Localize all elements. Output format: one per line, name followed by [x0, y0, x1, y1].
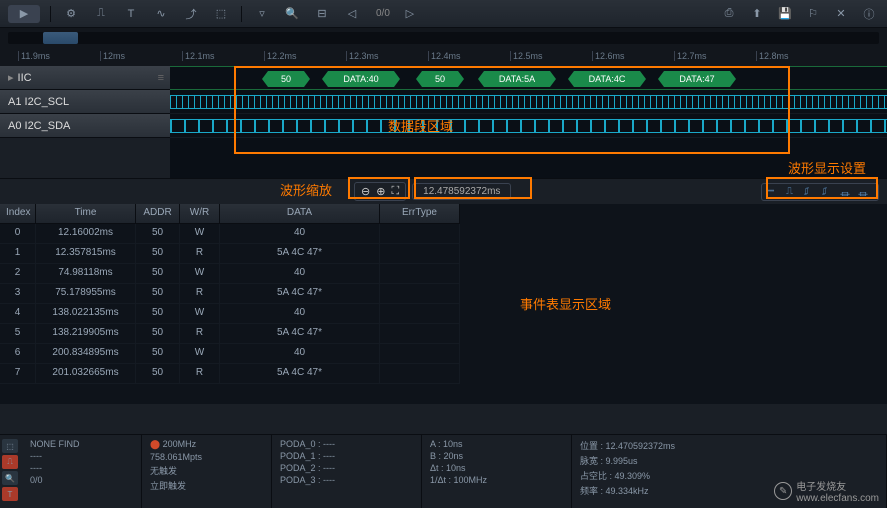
- cursor-icon[interactable]: ⤴: [181, 5, 201, 23]
- wave-icon[interactable]: ∿: [151, 5, 171, 23]
- table-row[interactable]: 375.178955ms50R5A 4C 47*: [0, 284, 460, 304]
- ruler-tick: 12.1ms: [182, 51, 215, 61]
- view-mode-4-icon[interactable]: ⎎: [822, 186, 836, 198]
- table-row[interactable]: 274.98118ms50W40: [0, 264, 460, 284]
- channel-label-panel: ▸IIC≡ A1 I2C_SCL A0 I2C_SDA: [0, 66, 170, 178]
- status-icon-column: ⬚ ⎍ 🔍 T: [0, 435, 22, 508]
- status-bar: ⬚ ⎍ 🔍 T NONE FIND ---- ---- 0/0 ⬤ 200MHz…: [0, 434, 887, 508]
- table-row[interactable]: 112.357815ms50R5A 4C 47*: [0, 244, 460, 264]
- play-button[interactable]: ▶: [8, 5, 40, 23]
- expand-icon[interactable]: ▸: [8, 71, 14, 84]
- ruler-tick: 12.5ms: [510, 51, 543, 61]
- nav-counter: 0/0: [376, 8, 390, 19]
- scl-waveform: [170, 95, 887, 109]
- view-mode-3-icon[interactable]: ⎎: [804, 186, 818, 198]
- status-icon[interactable]: 🔍: [2, 471, 18, 485]
- channel-sda[interactable]: A0 I2C_SDA: [0, 114, 170, 138]
- sda-waveform: [170, 119, 887, 133]
- table-row[interactable]: 012.16002ms50W40: [0, 224, 460, 244]
- ruler-tick: 12.2ms: [264, 51, 297, 61]
- status-icon[interactable]: ⎍: [2, 455, 18, 469]
- waveform-canvas[interactable]: 50 DATA:40 50 DATA:5A DATA:4C DATA:47: [170, 66, 887, 178]
- event-table: Index Time ADDR W/R DATA ErrType 012.160…: [0, 204, 460, 404]
- watermark-icon: ✎: [774, 482, 792, 500]
- decoded-frame: DATA:40: [322, 71, 400, 87]
- status-acquisition: ⬤ 200MHz 758.061Mpts 无触发 立即触发: [142, 435, 272, 508]
- status-icon[interactable]: T: [2, 487, 18, 501]
- select-icon[interactable]: ⬚: [211, 5, 231, 23]
- ruler-tick: 12.7ms: [674, 51, 707, 61]
- watermark: ✎ 电子发烧友 www.elecfans.com: [774, 478, 879, 504]
- status-icon[interactable]: ⬚: [2, 439, 18, 453]
- time-ruler: 11.9ms 12ms 12.1ms 12.2ms 12.3ms 12.4ms …: [0, 48, 887, 66]
- tools-icon[interactable]: ✕: [831, 5, 851, 23]
- decoded-frame: DATA:47: [658, 71, 736, 87]
- text-icon[interactable]: T: [121, 5, 141, 23]
- zoom-in-icon[interactable]: ⊕: [376, 185, 385, 198]
- decoded-frame: DATA:4C: [568, 71, 646, 87]
- capture-icon[interactable]: ⎙: [719, 5, 739, 23]
- trigger-icon[interactable]: ⎍: [91, 5, 111, 23]
- event-table-area: Index Time ADDR W/R DATA ErrType 012.160…: [0, 204, 887, 404]
- zoom-controls: ⊖ ⊕ ⛶: [354, 182, 406, 201]
- view-mode-6-icon[interactable]: ⏛: [858, 186, 872, 198]
- table-row[interactable]: 7201.032665ms50R5A 4C 47*: [0, 364, 460, 384]
- save-icon[interactable]: 💾: [775, 5, 795, 23]
- table-row[interactable]: 5138.219905ms50R5A 4C 47*: [0, 324, 460, 344]
- table-annotation-area: 事件表显示区域: [460, 204, 887, 404]
- ruler-tick: 12.6ms: [592, 51, 625, 61]
- status-poda: PODA_0 : ---- PODA_1 : ---- PODA_2 : ---…: [272, 435, 422, 508]
- decoded-frame: 50: [262, 71, 310, 87]
- export-icon[interactable]: ⬆: [747, 5, 767, 23]
- fit-icon[interactable]: ⛶: [391, 185, 399, 198]
- ruler-tick: 11.9ms: [18, 51, 50, 61]
- decoded-frame: 50: [416, 71, 464, 87]
- annotation-event-table: 事件表显示区域: [520, 294, 611, 313]
- flag-icon[interactable]: ⚐: [803, 5, 823, 23]
- view-mode-1-icon[interactable]: ┅: [768, 186, 782, 198]
- view-mode-2-icon[interactable]: ⎍: [786, 186, 800, 198]
- ruler-tick: 12.3ms: [346, 51, 379, 61]
- decoded-frame: DATA:5A: [478, 71, 556, 87]
- scrollbar-thumb[interactable]: [43, 32, 78, 44]
- waveform-area: ▸IIC≡ A1 I2C_SCL A0 I2C_SDA 50 DATA:40 5…: [0, 66, 887, 178]
- zoom-bar: ⊖ ⊕ ⛶ 12.478592372ms ┅ ⎍ ⎎ ⎎ ⏛ ⏛: [0, 178, 887, 204]
- overview-scrollbar[interactable]: [0, 28, 887, 48]
- info-icon[interactable]: ⓘ: [859, 5, 879, 23]
- ruler-tick: 12.8ms: [756, 51, 789, 61]
- ruler-tick: 12ms: [100, 51, 125, 61]
- next-icon[interactable]: ▷: [400, 5, 420, 23]
- table-header: Index Time ADDR W/R DATA ErrType: [0, 204, 460, 224]
- search-icon[interactable]: 🔍: [282, 5, 302, 23]
- channel-iic[interactable]: ▸IIC≡: [0, 66, 170, 90]
- main-toolbar: ▶ ⚙ ⎍ T ∿ ⤴ ⬚ ▿ 🔍 ⊟ ◁ 0/0 ▷ ⎙ ⬆ 💾 ⚐ ✕ ⓘ: [0, 0, 887, 28]
- table-row[interactable]: 6200.834895ms50W40: [0, 344, 460, 364]
- table-body: 012.16002ms50W40112.357815ms50R5A 4C 47*…: [0, 224, 460, 384]
- gear-icon[interactable]: ⚙: [61, 5, 81, 23]
- ruler-tick: 12.4ms: [428, 51, 461, 61]
- prev-icon[interactable]: ◁: [342, 5, 362, 23]
- status-search: NONE FIND ---- ---- 0/0: [22, 435, 142, 508]
- time-display: 12.478592372ms: [412, 183, 511, 200]
- ruler-icon[interactable]: ⊟: [312, 5, 332, 23]
- table-row[interactable]: 4138.022135ms50W40: [0, 304, 460, 324]
- hamburger-icon[interactable]: ≡: [158, 72, 164, 84]
- marker-icon[interactable]: ▿: [252, 5, 272, 23]
- status-cursors: A : 10ns B : 20ns Δt : 10ns 1/Δt : 100MH…: [422, 435, 572, 508]
- view-mode-5-icon[interactable]: ⏛: [840, 186, 854, 198]
- zoom-out-icon[interactable]: ⊖: [361, 185, 370, 198]
- channel-scl[interactable]: A1 I2C_SCL: [0, 90, 170, 114]
- display-options: ┅ ⎍ ⎎ ⎎ ⏛ ⏛: [761, 183, 879, 201]
